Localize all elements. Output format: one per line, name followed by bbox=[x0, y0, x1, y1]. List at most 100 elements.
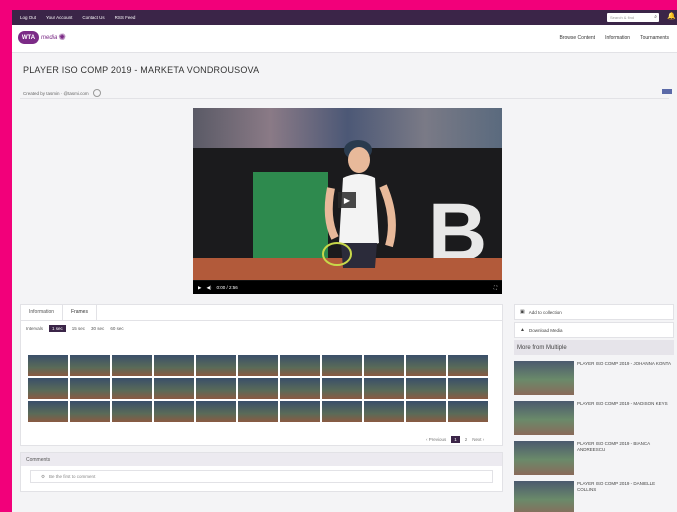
frame-thumbnail[interactable] bbox=[154, 401, 194, 422]
page-frame: Log Out Your Account Contact Us RSS Feed… bbox=[12, 10, 677, 512]
frame-thumbnail[interactable] bbox=[406, 401, 446, 422]
frame-thumbnail[interactable] bbox=[196, 378, 236, 399]
related-title[interactable]: PLAYER ISO COMP 2019 - BIANCA ANDREESCU bbox=[577, 441, 674, 475]
nav-tournaments[interactable]: Tournaments bbox=[640, 35, 669, 41]
main-nav: Browse Content Information Tournaments bbox=[550, 35, 670, 41]
nav-information[interactable]: Information bbox=[605, 35, 630, 41]
frame-thumbnail[interactable] bbox=[238, 378, 278, 399]
related-thumbnail[interactable] bbox=[514, 401, 574, 435]
comment-icon: ⚙ bbox=[41, 473, 46, 479]
related-thumbnail[interactable] bbox=[514, 481, 574, 512]
frame-thumbnail[interactable] bbox=[70, 378, 110, 399]
notification-icon[interactable]: 🔔 bbox=[667, 12, 676, 20]
frame-thumbnail[interactable] bbox=[238, 355, 278, 376]
pagination: ‹ Previous 1 2 Next › bbox=[421, 436, 484, 443]
frame-thumbnail[interactable] bbox=[28, 401, 68, 422]
related-title[interactable]: PLAYER ISO COMP 2019 - JOHANNA KONTA bbox=[577, 361, 671, 395]
frame-grid bbox=[28, 355, 488, 422]
frame-thumbnail[interactable] bbox=[448, 401, 488, 422]
frames-panel: Information Frames Intervals 1 sec 15 se… bbox=[20, 304, 503, 446]
avatar-icon bbox=[92, 89, 101, 97]
next-page[interactable]: Next › bbox=[472, 437, 484, 442]
frame-thumbnail[interactable] bbox=[448, 355, 488, 376]
frame-thumbnail[interactable] bbox=[280, 355, 320, 376]
frame-thumbnail[interactable] bbox=[154, 355, 194, 376]
related-item[interactable]: PLAYER ISO COMP 2019 - BIANCA ANDREESCU bbox=[514, 441, 674, 475]
page-1[interactable]: 1 bbox=[451, 436, 460, 443]
frame-thumbnail[interactable] bbox=[322, 355, 362, 376]
rss-link[interactable]: RSS Feed bbox=[115, 15, 136, 20]
tab-information[interactable]: Information bbox=[21, 305, 62, 320]
add-to-collection-button[interactable]: ▣ Add to collection bbox=[514, 304, 674, 320]
tab-frames[interactable]: Frames bbox=[62, 305, 97, 320]
volume-icon[interactable]: ◀) bbox=[206, 285, 211, 291]
site-header: WTA media ✺ Browse Content Information T… bbox=[12, 25, 677, 53]
play-button[interactable]: ▶ bbox=[338, 192, 356, 208]
related-thumbnail[interactable] bbox=[514, 441, 574, 475]
frame-thumbnail[interactable] bbox=[112, 355, 152, 376]
related-thumbnail[interactable] bbox=[514, 361, 574, 395]
video-player[interactable]: B ▶ ▶ ◀) 0:00 / 2:56 ⛶ bbox=[193, 108, 502, 294]
frame-thumbnail[interactable] bbox=[280, 401, 320, 422]
related-title[interactable]: PLAYER ISO COMP 2019 - DANIELLE COLLINS bbox=[577, 481, 674, 512]
page-2[interactable]: 2 bbox=[465, 437, 468, 442]
intervals-label: Intervals bbox=[26, 326, 44, 331]
logo-badge: WTA bbox=[18, 31, 39, 44]
comment-input[interactable]: ⚙ Be the first to comment bbox=[30, 470, 493, 483]
fullscreen-icon[interactable]: ⛶ bbox=[494, 285, 497, 290]
page-title: PLAYER ISO COMP 2019 - MARKETA VONDROUSO… bbox=[23, 65, 260, 75]
frame-thumbnail[interactable] bbox=[196, 355, 236, 376]
tab-bar: Information Frames bbox=[21, 305, 502, 321]
frame-thumbnail[interactable] bbox=[28, 378, 68, 399]
frame-thumbnail[interactable] bbox=[448, 378, 488, 399]
created-by-text: Created by tasmin · @tasmi.com bbox=[23, 90, 89, 96]
frame-thumbnail[interactable] bbox=[112, 401, 152, 422]
frame-thumbnail[interactable] bbox=[364, 378, 404, 399]
created-by: Created by tasmin · @tasmi.com bbox=[23, 89, 101, 97]
related-title[interactable]: PLAYER ISO COMP 2019 - MADISON KEYS bbox=[577, 401, 668, 435]
related-item[interactable]: PLAYER ISO COMP 2019 - JOHANNA KONTA bbox=[514, 361, 674, 395]
interval-30-sec[interactable]: 30 sec bbox=[91, 326, 104, 331]
search-placeholder: Search & find bbox=[610, 15, 635, 20]
comments-title: Comments bbox=[21, 453, 502, 466]
video-controls: ▶ ◀) 0:00 / 2:56 ⛶ bbox=[193, 281, 502, 294]
contact-link[interactable]: Contact Us bbox=[82, 15, 104, 20]
related-item[interactable]: PLAYER ISO COMP 2019 - MADISON KEYS bbox=[514, 401, 674, 435]
search-input[interactable]: Search & find ⌕ bbox=[607, 13, 659, 22]
interval-1-sec[interactable]: 1 sec bbox=[49, 325, 66, 332]
frame-thumbnail[interactable] bbox=[364, 355, 404, 376]
frame-thumbnail[interactable] bbox=[406, 378, 446, 399]
logout-link[interactable]: Log Out bbox=[20, 15, 36, 20]
download-button[interactable]: ▲ Download Media bbox=[514, 322, 674, 338]
more-from-title: More from Multiple bbox=[514, 340, 674, 355]
frame-thumbnail[interactable] bbox=[406, 355, 446, 376]
download-icon: ▲ bbox=[520, 327, 525, 333]
frame-thumbnail[interactable] bbox=[196, 401, 236, 422]
account-link[interactable]: Your Account bbox=[46, 15, 72, 20]
frame-thumbnail[interactable] bbox=[280, 378, 320, 399]
interval-60-sec[interactable]: 60 sec bbox=[110, 326, 123, 331]
frame-thumbnail[interactable] bbox=[238, 401, 278, 422]
search-icon[interactable]: ⌕ bbox=[654, 14, 657, 20]
frame-thumbnail[interactable] bbox=[154, 378, 194, 399]
logo[interactable]: WTA media ✺ bbox=[18, 31, 66, 44]
frame-thumbnail[interactable] bbox=[70, 401, 110, 422]
download-label: Download Media bbox=[528, 327, 563, 333]
video-player-figure bbox=[322, 140, 396, 268]
frame-thumbnail[interactable] bbox=[70, 355, 110, 376]
play-icon[interactable]: ▶ bbox=[198, 285, 201, 291]
nav-browse-content[interactable]: Browse Content bbox=[560, 35, 596, 41]
related-item[interactable]: PLAYER ISO COMP 2019 - DANIELLE COLLINS bbox=[514, 481, 674, 512]
logo-sub: media bbox=[41, 34, 58, 41]
frame-thumbnail[interactable] bbox=[112, 378, 152, 399]
flag-icon bbox=[662, 89, 672, 94]
interval-15-sec[interactable]: 15 sec bbox=[72, 326, 85, 331]
frame-thumbnail[interactable] bbox=[28, 355, 68, 376]
frame-thumbnail[interactable] bbox=[322, 378, 362, 399]
frame-thumbnail[interactable] bbox=[364, 401, 404, 422]
comment-placeholder: Be the first to comment bbox=[49, 474, 96, 479]
previous-page[interactable]: ‹ Previous bbox=[426, 437, 446, 442]
top-bar: Log Out Your Account Contact Us RSS Feed… bbox=[12, 10, 677, 25]
frame-thumbnail[interactable] bbox=[322, 401, 362, 422]
collection-icon: ▣ bbox=[520, 309, 525, 315]
